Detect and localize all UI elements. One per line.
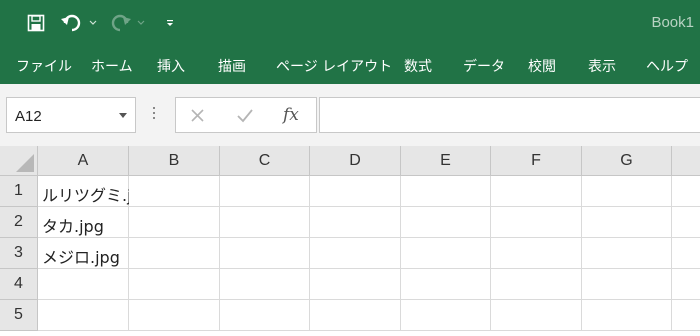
redo-icon <box>111 14 131 32</box>
cell-a1[interactable]: ルリツグミ.jpg <box>38 176 152 207</box>
column-header-e[interactable]: E <box>401 146 491 176</box>
cell-d3[interactable] <box>310 238 401 269</box>
cell-f4[interactable] <box>491 269 582 300</box>
cell-b1[interactable] <box>129 176 220 207</box>
tab-review[interactable]: 校閲 <box>528 56 556 76</box>
title-bar: Book1 <box>0 0 700 47</box>
insert-function-icon[interactable]: fx <box>283 105 299 125</box>
cell-g1[interactable] <box>582 176 672 207</box>
cell-f2[interactable] <box>491 207 582 238</box>
name-box-value: A12 <box>15 108 42 125</box>
cell-value: メジロ.jpg <box>42 248 120 267</box>
row-header-3[interactable]: 3 <box>0 238 38 269</box>
save-button[interactable] <box>24 10 48 36</box>
cell-g5[interactable] <box>582 300 672 331</box>
row-header-5[interactable]: 5 <box>0 300 38 331</box>
formula-input[interactable] <box>319 97 700 133</box>
cell-f3[interactable] <box>491 238 582 269</box>
cell-d5[interactable] <box>310 300 401 331</box>
column-header-a[interactable]: A <box>38 146 129 176</box>
cell-a4[interactable] <box>38 269 129 300</box>
cell-c2[interactable] <box>220 207 310 238</box>
cell-h3[interactable] <box>672 238 700 269</box>
chevron-down-icon <box>137 20 145 25</box>
undo-button[interactable] <box>60 10 84 36</box>
cancel-icon[interactable] <box>190 108 205 123</box>
name-box[interactable]: A12 <box>6 97 136 133</box>
tab-view[interactable]: 表示 <box>588 56 616 76</box>
cell-c1[interactable] <box>220 176 310 207</box>
customize-qat-button[interactable] <box>162 10 178 36</box>
cell-b2[interactable] <box>129 207 220 238</box>
row-header-4[interactable]: 4 <box>0 269 38 300</box>
cell-c5[interactable] <box>220 300 310 331</box>
cell-c4[interactable] <box>220 269 310 300</box>
cell-f5[interactable] <box>491 300 582 331</box>
column-header-b[interactable]: B <box>129 146 220 176</box>
tab-formulas[interactable]: 数式 <box>404 56 432 76</box>
cell-e4[interactable] <box>401 269 491 300</box>
cell-h4[interactable] <box>672 269 700 300</box>
undo-icon <box>61 14 81 32</box>
cell-h5[interactable] <box>672 300 700 331</box>
cell-g4[interactable] <box>582 269 672 300</box>
redo-dropdown[interactable] <box>135 10 147 36</box>
row-header-1[interactable]: 1 <box>0 176 38 207</box>
cell-b5[interactable] <box>129 300 220 331</box>
cell-e1[interactable] <box>401 176 491 207</box>
select-all-button[interactable] <box>0 146 38 176</box>
cell-e3[interactable] <box>401 238 491 269</box>
undo-dropdown[interactable] <box>87 10 99 36</box>
chevron-down-icon[interactable] <box>119 113 127 118</box>
cell-g2[interactable] <box>582 207 672 238</box>
row-header-2[interactable]: 2 <box>0 207 38 238</box>
cell-a3[interactable]: メジロ.jpg <box>38 238 129 269</box>
cell-c3[interactable] <box>220 238 310 269</box>
ribbon-tabs: ファイル ホーム 挿入 描画 ページ レイアウト 数式 データ 校閲 表示 ヘル… <box>0 47 700 84</box>
workbook-title: Book1 <box>651 14 694 31</box>
cell-h2[interactable] <box>672 207 700 238</box>
column-header-f[interactable]: F <box>491 146 582 176</box>
column-header-g[interactable]: G <box>582 146 672 176</box>
customize-qat-icon <box>167 20 173 26</box>
cell-d4[interactable] <box>310 269 401 300</box>
cell-f1[interactable] <box>491 176 582 207</box>
column-header-d[interactable]: D <box>310 146 401 176</box>
tab-data[interactable]: データ <box>463 56 505 76</box>
tab-insert[interactable]: 挿入 <box>157 56 185 76</box>
cell-b3[interactable] <box>129 238 220 269</box>
cell-value: タカ.jpg <box>42 217 104 236</box>
cell-d1[interactable] <box>310 176 401 207</box>
tab-file[interactable]: ファイル <box>16 56 72 76</box>
cell-e5[interactable] <box>401 300 491 331</box>
tab-help[interactable]: ヘルプ <box>646 56 688 76</box>
cell-g3[interactable] <box>582 238 672 269</box>
formula-bar-buttons: fx <box>175 97 317 133</box>
column-header-partial[interactable] <box>672 146 700 176</box>
tab-home[interactable]: ホーム <box>91 56 133 76</box>
enter-icon[interactable] <box>236 108 254 123</box>
cell-a2[interactable]: タカ.jpg <box>38 207 129 238</box>
formula-bar-grip[interactable] <box>153 107 155 122</box>
worksheet-grid: A B C D E F G 1 2 3 4 5 ルリツグミ.jpg タカ.jpg メ… <box>0 146 700 336</box>
cell-d2[interactable] <box>310 207 401 238</box>
column-header-c[interactable]: C <box>220 146 310 176</box>
tab-page-layout[interactable]: ページ レイアウト <box>276 56 392 76</box>
cell-h1[interactable] <box>672 176 700 207</box>
save-icon <box>27 14 45 32</box>
cell-b4[interactable] <box>129 269 220 300</box>
cell-a5[interactable] <box>38 300 129 331</box>
redo-button[interactable] <box>108 10 132 36</box>
chevron-down-icon <box>89 20 97 25</box>
cell-e2[interactable] <box>401 207 491 238</box>
tab-draw[interactable]: 描画 <box>218 56 246 76</box>
